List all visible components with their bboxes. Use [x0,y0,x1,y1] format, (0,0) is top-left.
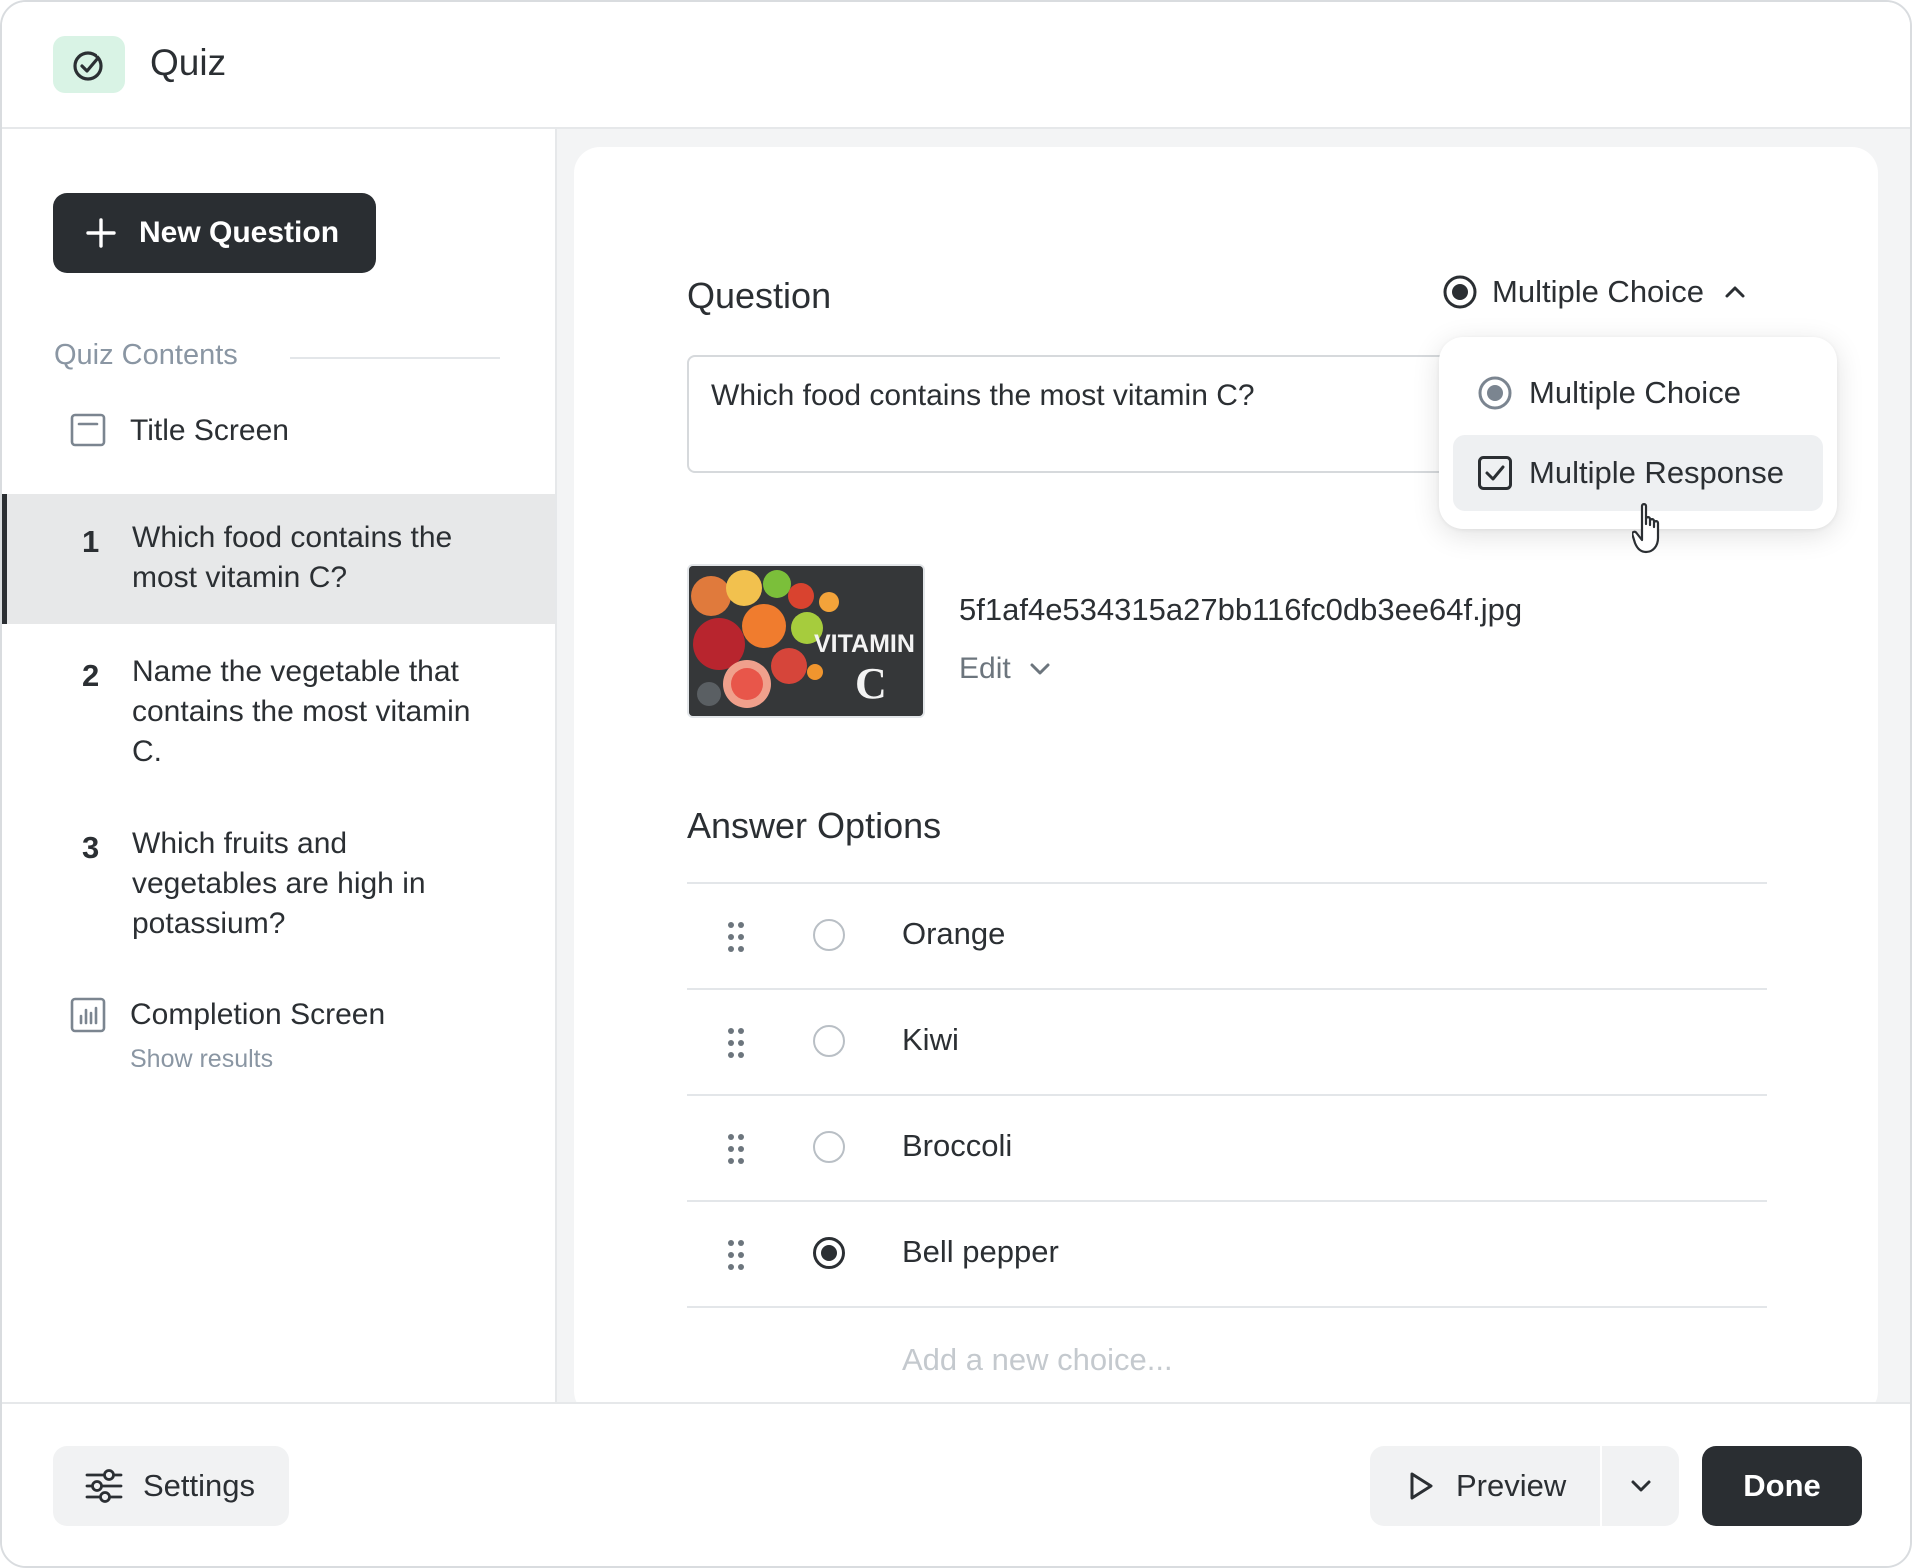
question-type-menu: Multiple Choice Multiple Response [1439,337,1837,529]
image-file-name: 5f1af4e534315a27bb116fc0db3ee64f.jpg [959,592,1523,627]
answer-row: Orange [687,882,1767,988]
drag-handle-icon[interactable] [726,1132,746,1166]
sliders-icon [85,1469,123,1503]
edit-label: Edit [959,652,1011,685]
preview-button-group: Preview [1370,1446,1679,1526]
menu-item-multiple-choice[interactable]: Multiple Choice [1453,355,1823,431]
quiz-contents-label: Quiz Contents [54,339,238,371]
sidebar-item-question-1[interactable]: 1 Which food contains the most vitamin C… [2,494,555,624]
answer-text[interactable]: Bell pepper [902,1234,1059,1270]
preview-label: Preview [1456,1468,1567,1503]
answer-correct-radio[interactable] [813,919,845,951]
preview-button[interactable]: Preview [1370,1446,1602,1526]
menu-item-label: Multiple Response [1529,455,1785,490]
sidebar-item-label: Which fruits and vegetables are high in … [132,827,426,940]
sidebar-item-label: Which food contains the most vitamin C? [132,521,453,594]
divider [290,357,500,359]
thumbnail-letter: C [855,659,887,708]
thumbnail-text: VITAMIN [814,630,915,658]
answer-correct-radio[interactable] [813,1025,845,1057]
play-icon [1408,1470,1434,1502]
settings-label: Settings [143,1468,256,1503]
bar-chart-icon [70,997,106,1033]
answer-correct-radio[interactable] [813,1131,845,1163]
question-image-thumbnail[interactable]: VITAMIN C [687,564,925,718]
question-number: 2 [82,658,100,693]
answer-row: Bell pepper [687,1200,1767,1306]
sidebar-item-label: Completion Screen [130,998,386,1031]
question-heading: Question [687,275,832,316]
drag-handle-icon[interactable] [726,1026,746,1060]
answer-text[interactable]: Broccoli [902,1128,1012,1164]
sidebar: New Question Quiz Contents Title Screen … [2,129,557,1404]
plus-icon [86,218,116,248]
sidebar-item-title-screen[interactable]: Title Screen [2,399,555,471]
new-question-label: New Question [139,216,340,249]
drag-handle-icon[interactable] [726,920,746,954]
title-screen-icon [70,413,106,447]
radio-icon [1443,275,1477,309]
hand-cursor-icon [1632,503,1660,554]
divider [687,1306,1767,1308]
answer-text[interactable]: Kiwi [902,1022,959,1058]
sidebar-item-question-2[interactable]: 2 Name the vegetable that contains the m… [2,634,555,794]
sidebar-item-label: Title Screen [130,414,289,447]
add-choice-input[interactable] [902,1342,1502,1378]
answer-row: Broccoli [687,1094,1767,1200]
answer-text[interactable]: Orange [902,916,1005,952]
checkbox-icon [1477,455,1513,491]
footer-bar: Settings Preview Done [2,1402,1910,1566]
sidebar-item-completion-screen[interactable]: Completion Screen Show results [2,989,555,1109]
answer-row: Kiwi [687,988,1767,1094]
sidebar-item-label: Name the vegetable that contains the mos… [132,655,471,768]
question-number: 1 [82,524,100,559]
chevron-down-icon [1631,1480,1650,1492]
menu-item-multiple-response[interactable]: Multiple Response [1453,435,1823,511]
drag-handle-icon[interactable] [726,1238,746,1272]
answer-options-heading: Answer Options [687,805,942,846]
question-type-label: Multiple Choice [1492,274,1704,309]
answer-correct-radio[interactable] [813,1237,845,1269]
show-results-label: Show results [130,1045,274,1073]
check-circle-icon [53,36,125,93]
question-type-toggle[interactable]: Multiple Choice [1442,274,1746,310]
settings-button[interactable]: Settings [53,1446,289,1526]
sidebar-item-question-3[interactable]: 3 Which fruits and vegetables are high i… [2,806,555,966]
preview-options-button[interactable] [1602,1446,1679,1526]
done-button[interactable]: Done [1702,1446,1862,1526]
menu-item-label: Multiple Choice [1529,375,1741,410]
quiz-window: Quiz New Question Quiz Contents Title Sc… [0,0,1912,1568]
radio-icon [1477,375,1513,411]
chevron-down-icon [1030,663,1050,675]
app-title: Quiz [150,42,227,83]
app-header: Quiz [2,2,1910,129]
chevron-up-icon [1725,286,1745,298]
new-question-button[interactable]: New Question [53,193,376,273]
question-number: 3 [82,830,100,865]
image-edit-menu[interactable]: Edit [959,652,1051,686]
